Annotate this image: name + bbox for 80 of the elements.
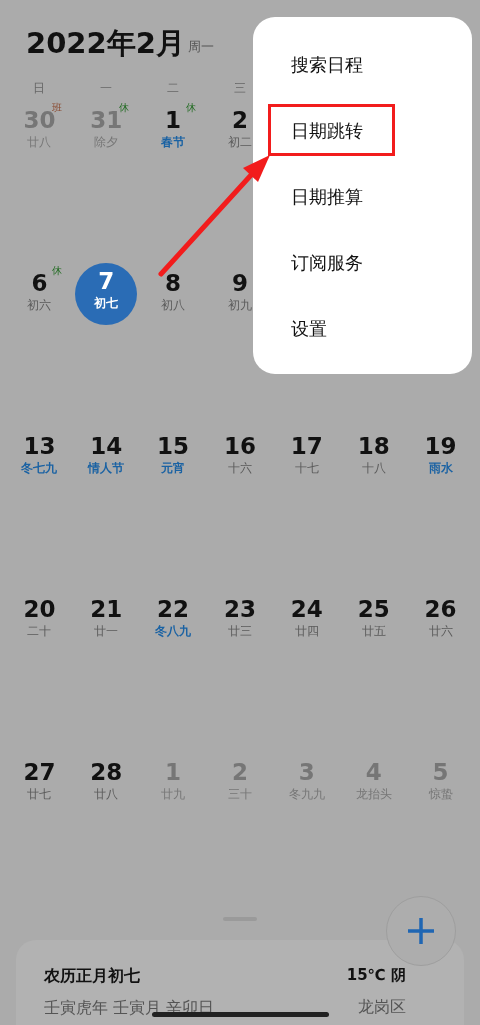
lunar-day: 冬七九	[21, 460, 58, 476]
weekday-header: 三	[234, 80, 246, 96]
day-cell[interactable]: 16 十六	[209, 428, 271, 490]
lunar-day: 冬八九	[155, 623, 192, 639]
lunar-day: 廿四	[294, 623, 319, 639]
day-cell[interactable]: 21 廿一	[75, 591, 138, 653]
day-number: 16	[223, 432, 256, 460]
day-number: 13	[23, 432, 56, 460]
menu-item[interactable]: 日期推算	[268, 170, 386, 222]
menu-item[interactable]: 订阅服务	[268, 236, 386, 288]
day-number: 18	[357, 432, 390, 460]
day-number: 28	[90, 758, 123, 786]
lunar-day: 十六	[228, 460, 252, 476]
month-title: 2022年2月	[26, 29, 185, 58]
lunar-day: 初八	[161, 297, 186, 313]
day-cell[interactable]: 19 雨水	[409, 428, 472, 490]
lunar-day: 廿七	[27, 786, 52, 802]
day-number: 7	[98, 267, 115, 295]
lunar-day: 廿三	[228, 623, 252, 639]
day-cell[interactable]: 22 冬八九	[142, 591, 205, 653]
day-number: 26	[424, 595, 457, 623]
day-number: 9	[231, 269, 248, 297]
lunar-day: 雨水	[428, 460, 453, 476]
day-number: 15	[157, 432, 190, 460]
day-cell[interactable]: 17 十七	[275, 428, 338, 490]
weekday-header: 日	[33, 80, 46, 96]
holiday-label: 休	[52, 265, 63, 277]
day-cell[interactable]: 28 廿八	[75, 754, 138, 816]
day-cell[interactable]: 8 初八	[142, 265, 205, 327]
holiday-label: 休	[119, 102, 130, 113]
menu-item[interactable]: 设置	[268, 302, 350, 354]
lunar-day: 十七	[294, 460, 319, 476]
lunar-day: 初六	[27, 297, 52, 313]
day-number: 20	[23, 595, 56, 623]
day-number: 27	[23, 758, 56, 786]
lunar-day: 廿五	[361, 623, 386, 639]
day-number: 8	[165, 269, 182, 297]
lunar-day: 元宵	[161, 460, 186, 476]
day-cell[interactable]: 6 初六 休	[8, 265, 71, 327]
day-number: 14	[90, 432, 123, 460]
day-number: 25	[357, 595, 390, 623]
holiday-label: 休	[186, 102, 197, 114]
lunar-day: 初二	[228, 134, 252, 150]
menu-item[interactable]: 搜索日程	[268, 38, 386, 90]
lunar-day: 廿一	[94, 623, 119, 639]
holiday-label: 班	[52, 102, 63, 113]
day-cell[interactable]: 14 情人节	[75, 428, 138, 490]
lunar-day: 初九	[228, 297, 252, 313]
plus-icon	[407, 917, 435, 945]
day-number: 2	[231, 106, 248, 134]
lunar-day: 十八	[361, 460, 386, 476]
day-cell[interactable]: 1 春节 休	[142, 102, 205, 164]
day-cell[interactable]: 13 冬七九	[8, 428, 71, 490]
day-number: 21	[90, 595, 123, 623]
day-number: 17	[290, 432, 323, 460]
day-number: 24	[290, 595, 323, 623]
day-cell[interactable]: 20 二十	[8, 591, 71, 653]
lunar-day: 情人节	[88, 460, 125, 476]
location-text: 龙岗区	[358, 995, 406, 1018]
day-cell[interactable]: 23 廿三	[209, 591, 271, 653]
lunar-day: 春节	[161, 134, 186, 150]
lunar-day: 二十	[27, 623, 52, 639]
day-number: 19	[424, 432, 457, 460]
day-number: 22	[157, 595, 190, 623]
menu-item[interactable]: 日期跳转	[268, 104, 395, 156]
day-cell[interactable]: 18 十八	[342, 428, 405, 490]
day-cell[interactable]: 7 初七	[75, 263, 138, 325]
day-cell[interactable]: 15 元宵	[142, 428, 205, 490]
day-cell[interactable]: 24 廿四	[275, 591, 338, 653]
weather-text: 15℃ 阴	[346, 965, 406, 986]
day-cell[interactable]: 25 廿五	[342, 591, 405, 653]
lunar-day: 初七	[94, 295, 119, 311]
day-number: 6	[31, 269, 48, 297]
lunar-day: 廿八	[94, 786, 119, 802]
day-number: 23	[223, 595, 256, 623]
day-number: 1	[165, 106, 182, 134]
day-cell[interactable]: 26 廿六	[409, 591, 472, 653]
lunar-day: 廿六	[428, 623, 453, 639]
day-cell[interactable]: 27 廿七	[8, 754, 71, 816]
lunar-date: 农历正月初七	[44, 965, 141, 987]
